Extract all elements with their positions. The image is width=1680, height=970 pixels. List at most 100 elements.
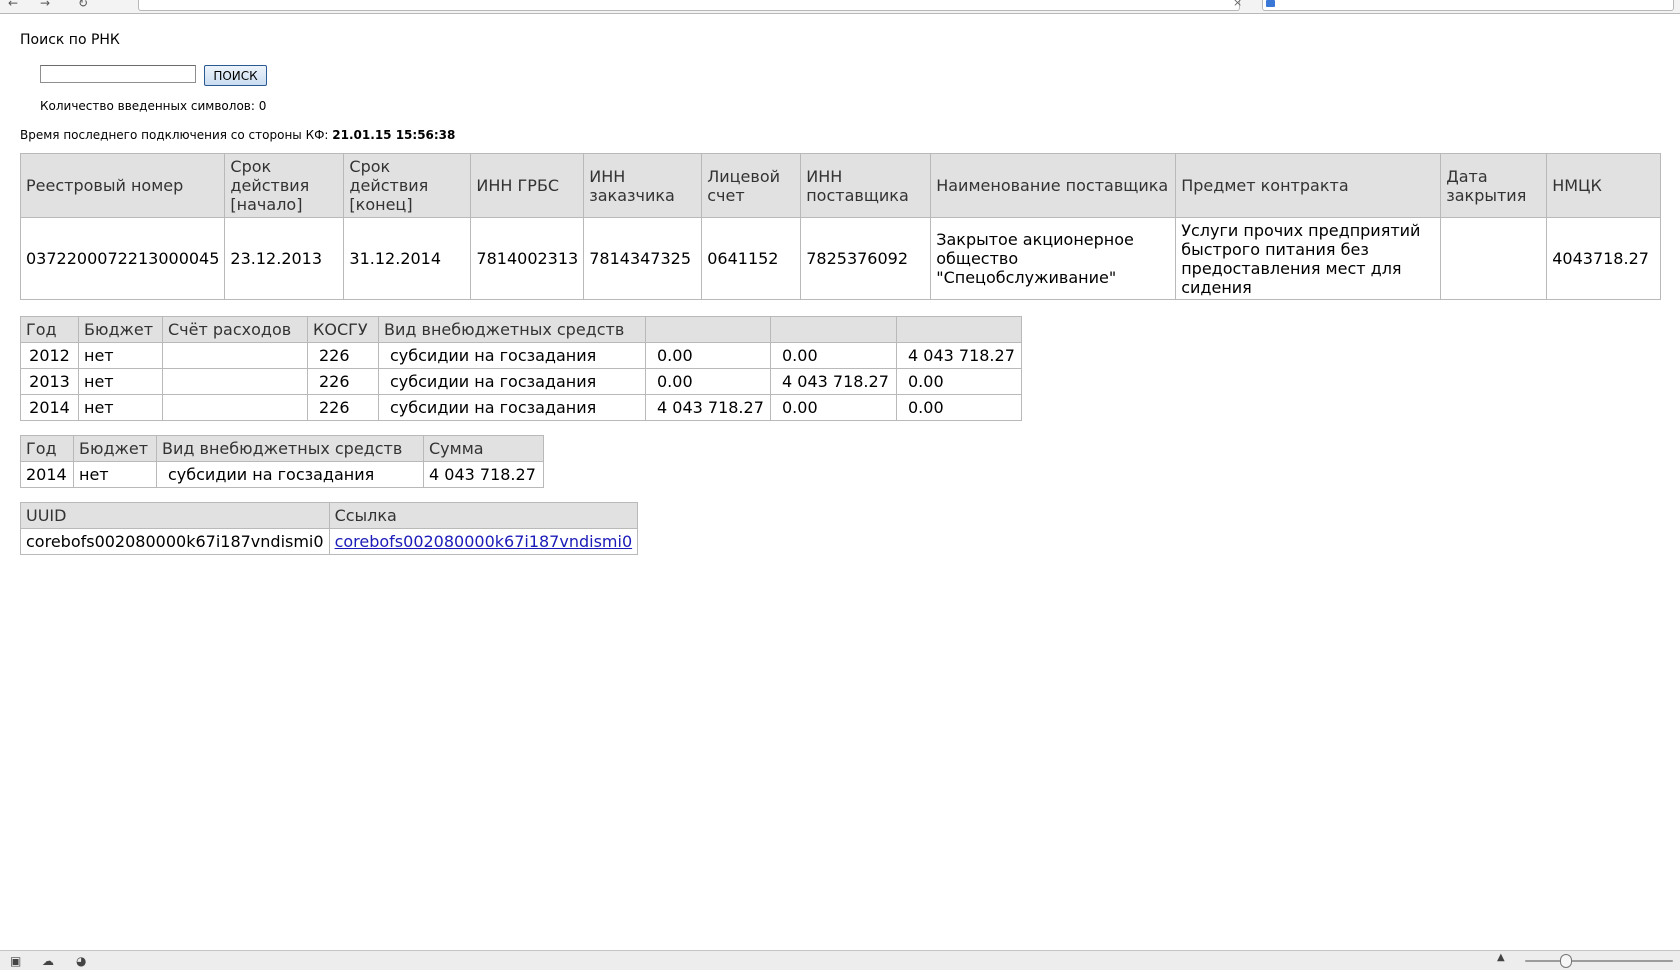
col-offbudget-type: Вид внебюджетных средств (378, 316, 646, 343)
table-header-row: Год Бюджет Вид внебюджетных средств Сумм… (20, 435, 544, 462)
cloud-icon[interactable]: ☁ (42, 954, 54, 968)
cell-link: corebofs002080000k67i187vndismi0 (328, 528, 639, 555)
browser-search-box[interactable] (1262, 0, 1674, 11)
contract-table: Реестровый номер Срок действия [начало] … (19, 153, 1661, 300)
cell-offbudget-type: субсидии на госзадания (378, 342, 646, 369)
table-header-row: Год Бюджет Счёт расходов КОСГУ Вид внебю… (20, 316, 1022, 343)
table-row: 2013 нет 226 субсидии на госзадания 0.00… (20, 368, 1022, 395)
cell-inn-supplier: 7825376092 (800, 217, 932, 300)
col-registry-number: Реестровый номер (19, 153, 226, 218)
col-budget: Бюджет (78, 316, 163, 343)
cell-supplier-name: Закрытое акционерное общество "Спецобслу… (930, 217, 1177, 300)
table-header-row: UUID Ссылка (20, 502, 639, 529)
col-close-date: Дата закрытия (1440, 153, 1548, 218)
col-link: Ссылка (328, 502, 639, 529)
col-supplier-name: Наименование поставщика (930, 153, 1177, 218)
cell-amount-3: 0.00 (896, 394, 1022, 421)
cell-start-date: 23.12.2013 (224, 217, 345, 300)
zoom-slider-handle[interactable] (1560, 954, 1572, 968)
cell-amount-3: 4 043 718.27 (896, 342, 1022, 369)
stop-icon[interactable]: × (1233, 0, 1242, 9)
col-amount-3 (896, 316, 1022, 343)
cell-amount-2: 0.00 (770, 394, 897, 421)
last-connection-value: 21.01.15 15:56:38 (332, 128, 456, 142)
search-input[interactable] (40, 65, 196, 83)
cell-amount-1: 0.00 (645, 342, 771, 369)
cell-kosgu: 226 (307, 368, 379, 395)
col-inn-customer: ИНН заказчика (583, 153, 703, 218)
col-amount-1 (645, 316, 771, 343)
last-connection: Время последнего подключения со стороны … (20, 128, 455, 142)
status-bar: ▣ ☁ ◕ ▲ (0, 950, 1680, 970)
table-row: 2012 нет 226 субсидии на госзадания 0.00… (20, 342, 1022, 369)
cell-year: 2012 (20, 342, 79, 369)
search-title: Поиск по РНК (20, 32, 120, 48)
search-engine-icon[interactable] (1266, 0, 1275, 7)
cell-year: 2014 (20, 461, 74, 488)
cell-amount-1: 4 043 718.27 (645, 394, 771, 421)
cell-amount-2: 0.00 (770, 342, 897, 369)
col-nmck: НМЦК (1546, 153, 1661, 218)
cell-amount-3: 0.00 (896, 368, 1022, 395)
cell-inn-grbs: 7814002313 (470, 217, 585, 300)
col-inn-supplier: ИНН поставщика (800, 153, 932, 218)
gauge-icon[interactable]: ◕ (76, 954, 86, 968)
cell-offbudget-type: субсидии на госзадания (378, 394, 646, 421)
cell-kosgu: 226 (307, 342, 379, 369)
col-inn-grbs: ИНН ГРБС (470, 153, 585, 218)
table-row: corebofs002080000k67i187vndismi0 corebof… (20, 528, 639, 555)
cell-end-date: 31.12.2014 (343, 217, 472, 300)
table-header-row: Реестровый номер Срок действия [начало] … (19, 153, 1661, 218)
uuid-link[interactable]: corebofs002080000k67i187vndismi0 (335, 532, 633, 551)
cell-expense-account (162, 368, 308, 395)
cell-expense-account (162, 342, 308, 369)
cell-sum: 4 043 718.27 (423, 461, 544, 488)
browser-toolbar: ← → ↻ × (0, 0, 1680, 14)
col-offbudget-type: Вид внебюджетных средств (156, 435, 424, 462)
cell-budget: нет (78, 342, 163, 369)
cell-year: 2014 (20, 394, 79, 421)
cell-contract-subject: Услуги прочих предприятий быстрого питан… (1175, 217, 1442, 300)
search-button[interactable]: ПОИСК (204, 65, 267, 86)
sum-table: Год Бюджет Вид внебюджетных средств Сумм… (20, 435, 544, 488)
cell-nmck: 4043718.27 (1546, 217, 1661, 300)
table-row: 2014 нет субсидии на госзадания 4 043 71… (20, 461, 544, 488)
cell-year: 2013 (20, 368, 79, 395)
col-kosgu: КОСГУ (307, 316, 379, 343)
col-year: Год (20, 316, 79, 343)
reload-icon[interactable]: ↻ (78, 0, 88, 10)
col-end-date: Срок действия [конец] (343, 153, 472, 218)
address-bar[interactable] (138, 0, 1240, 11)
cell-budget: нет (78, 368, 163, 395)
col-uuid: UUID (20, 502, 330, 529)
cell-close-date (1440, 217, 1548, 300)
cell-kosgu: 226 (307, 394, 379, 421)
cell-inn-customer: 7814347325 (583, 217, 703, 300)
cell-amount-2: 4 043 718.27 (770, 368, 897, 395)
table-row: 0372200072213000045 23.12.2013 31.12.201… (19, 217, 1661, 300)
cell-registry-number: 0372200072213000045 (19, 217, 226, 300)
table-row: 2014 нет 226 субсидии на госзадания 4 04… (20, 394, 1022, 421)
col-sum: Сумма (423, 435, 544, 462)
col-amount-2 (770, 316, 897, 343)
cell-offbudget-type: субсидии на госзадания (378, 368, 646, 395)
budget-years-table: Год Бюджет Счёт расходов КОСГУ Вид внебю… (20, 316, 1022, 421)
cell-expense-account (162, 394, 308, 421)
console-icon[interactable]: ▣ (10, 954, 21, 968)
col-expense-account: Счёт расходов (162, 316, 308, 343)
cell-uuid: corebofs002080000k67i187vndismi0 (20, 528, 330, 555)
uuid-table: UUID Ссылка corebofs002080000k67i187vndi… (20, 502, 639, 555)
cell-budget: нет (73, 461, 157, 488)
col-budget: Бюджет (73, 435, 157, 462)
zoom-up-icon[interactable]: ▲ (1497, 952, 1505, 963)
cell-budget: нет (78, 394, 163, 421)
char-count-text: Количество введенных символов: 0 (40, 99, 267, 113)
col-account: Лицевой счет (701, 153, 802, 218)
zoom-slider-track[interactable] (1525, 960, 1673, 962)
forward-icon[interactable]: → (40, 0, 50, 10)
last-connection-label: Время последнего подключения со стороны … (20, 128, 329, 142)
col-contract-subject: Предмет контракта (1175, 153, 1442, 218)
cell-account: 0641152 (701, 217, 802, 300)
col-year: Год (20, 435, 74, 462)
back-icon[interactable]: ← (8, 0, 18, 10)
